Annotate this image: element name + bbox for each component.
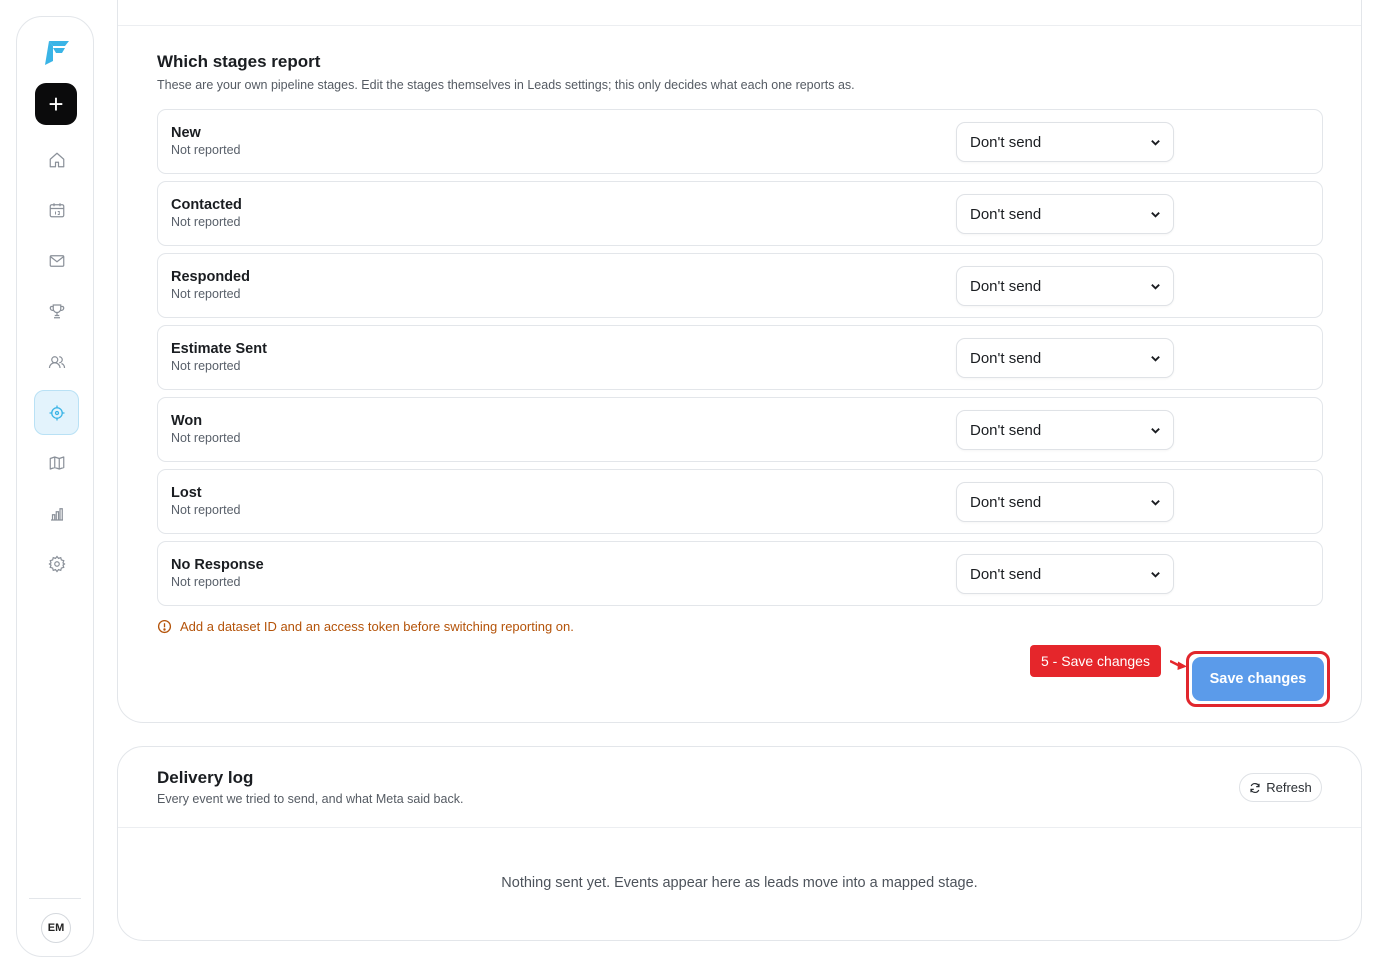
refresh-label: Refresh bbox=[1266, 780, 1312, 795]
stage-name: Estimate Sent bbox=[171, 341, 267, 357]
stage-status: Not reported bbox=[171, 503, 241, 517]
delivery-log-title: Delivery log bbox=[157, 768, 254, 787]
stage-row-estimate-sent: Estimate Sent Not reported Don't send bbox=[157, 325, 1323, 390]
select-value: Don't send bbox=[970, 493, 1042, 511]
stages-card: Which stages report These are your own p… bbox=[117, 0, 1362, 723]
select-value: Don't send bbox=[970, 277, 1042, 295]
chevron-down-icon bbox=[1151, 427, 1160, 434]
stage-report-select[interactable]: Don't send bbox=[956, 338, 1174, 378]
nav-mail[interactable] bbox=[34, 238, 79, 283]
delivery-log-card: Delivery log Every event we tried to sen… bbox=[117, 746, 1362, 941]
stage-status: Not reported bbox=[171, 575, 241, 589]
new-button[interactable]: + bbox=[35, 83, 77, 125]
stage-row-no-response: No Response Not reported Don't send bbox=[157, 541, 1323, 606]
map-icon bbox=[49, 455, 64, 470]
trophy-icon bbox=[49, 303, 64, 318]
chevron-down-icon bbox=[1151, 211, 1160, 218]
nav-map[interactable] bbox=[34, 440, 79, 485]
chevron-down-icon bbox=[1151, 283, 1160, 290]
stage-status: Not reported bbox=[171, 287, 241, 301]
stage-status: Not reported bbox=[171, 143, 241, 157]
stage-row-contacted: Contacted Not reported Don't send bbox=[157, 181, 1323, 246]
bar-chart-icon bbox=[50, 507, 63, 521]
select-value: Don't send bbox=[970, 205, 1042, 223]
stage-name: Won bbox=[171, 413, 203, 429]
nav-calendar[interactable] bbox=[34, 187, 79, 232]
annotation-callout: 5 - Save changes bbox=[1030, 645, 1161, 677]
nav-trophy[interactable] bbox=[34, 288, 79, 333]
calendar-icon bbox=[49, 202, 64, 217]
stage-report-select[interactable]: Don't send bbox=[956, 410, 1174, 450]
app-logo[interactable] bbox=[41, 35, 73, 67]
stage-report-select[interactable]: Don't send bbox=[956, 266, 1174, 306]
nav-users[interactable] bbox=[34, 339, 79, 384]
stage-row-responded: Responded Not reported Don't send bbox=[157, 253, 1323, 318]
stage-report-select[interactable]: Don't send bbox=[956, 122, 1174, 162]
stage-row-won: Won Not reported Don't send bbox=[157, 397, 1323, 462]
home-icon bbox=[49, 152, 64, 167]
log-divider bbox=[118, 827, 1361, 828]
stage-row-lost: Lost Not reported Don't send bbox=[157, 469, 1323, 534]
stage-status: Not reported bbox=[171, 215, 241, 229]
empty-state-text: Nothing sent yet. Events appear here as … bbox=[501, 875, 978, 891]
stage-name: New bbox=[171, 125, 201, 141]
select-value: Don't send bbox=[970, 421, 1042, 439]
stage-report-select[interactable]: Don't send bbox=[956, 194, 1174, 234]
crosshair-icon bbox=[49, 405, 64, 420]
nav-reports[interactable] bbox=[34, 491, 79, 536]
stage-status: Not reported bbox=[171, 359, 241, 373]
stage-name: No Response bbox=[171, 557, 264, 573]
select-value: Don't send bbox=[970, 133, 1042, 151]
chevron-down-icon bbox=[1151, 571, 1160, 578]
card-divider bbox=[118, 25, 1361, 26]
user-avatar[interactable]: EM bbox=[41, 913, 71, 943]
stage-report-select[interactable]: Don't send bbox=[956, 482, 1174, 522]
alert-circle-icon bbox=[157, 619, 172, 634]
warning-text: Add a dataset ID and an access token bef… bbox=[180, 619, 574, 634]
users-icon bbox=[48, 355, 65, 368]
nav-home[interactable] bbox=[34, 137, 79, 182]
sidebar: + EM bbox=[16, 16, 94, 957]
stages-section-subtitle: These are your own pipeline stages. Edit… bbox=[157, 78, 855, 92]
settings-icon bbox=[48, 555, 65, 572]
select-value: Don't send bbox=[970, 565, 1042, 583]
chevron-down-icon bbox=[1151, 499, 1160, 506]
stage-name: Responded bbox=[171, 269, 250, 285]
mail-icon bbox=[49, 254, 64, 267]
nav-settings[interactable] bbox=[34, 541, 79, 586]
stage-name: Contacted bbox=[171, 197, 242, 213]
chevron-down-icon bbox=[1151, 355, 1160, 362]
reporting-warning: Add a dataset ID and an access token bef… bbox=[157, 619, 574, 634]
stage-report-select[interactable]: Don't send bbox=[956, 554, 1174, 594]
select-value: Don't send bbox=[970, 349, 1042, 367]
stage-name: Lost bbox=[171, 485, 202, 501]
stages-section-title: Which stages report bbox=[157, 52, 321, 71]
save-button-highlight: Save changes bbox=[1186, 651, 1330, 707]
save-changes-button[interactable]: Save changes bbox=[1192, 657, 1324, 701]
sidebar-divider bbox=[29, 898, 81, 899]
delivery-log-subtitle: Every event we tried to send, and what M… bbox=[157, 792, 464, 806]
stage-row-new: New Not reported Don't send bbox=[157, 109, 1323, 174]
refresh-icon bbox=[1250, 782, 1260, 793]
nav-crosshair[interactable] bbox=[34, 390, 79, 435]
stage-status: Not reported bbox=[171, 431, 241, 445]
chevron-down-icon bbox=[1151, 139, 1160, 146]
refresh-button[interactable]: Refresh bbox=[1239, 773, 1322, 802]
